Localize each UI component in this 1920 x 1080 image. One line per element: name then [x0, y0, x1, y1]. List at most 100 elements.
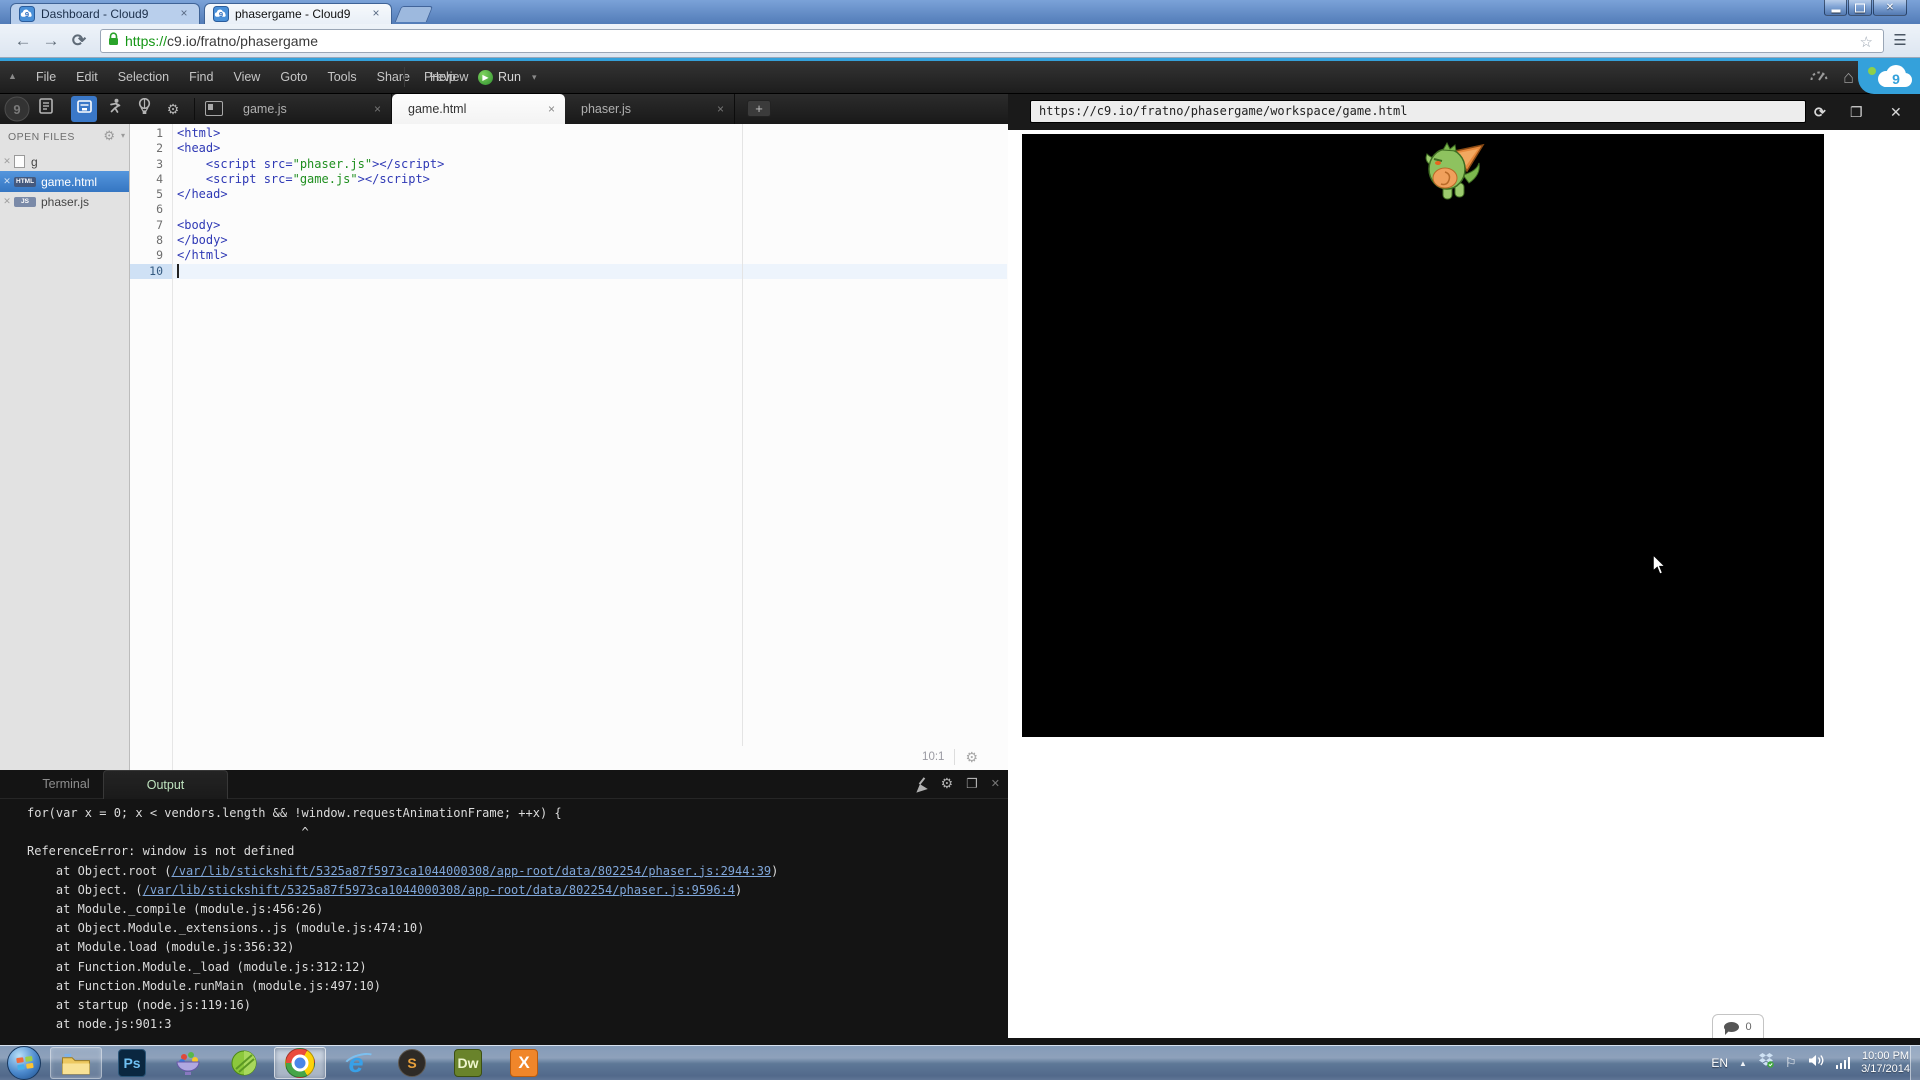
preview-menu[interactable]: Preview: [414, 61, 478, 93]
run-dropdown-icon[interactable]: [532, 72, 537, 83]
tab-title: Dashboard - Cloud9: [41, 7, 171, 21]
preview-popout-icon[interactable]: [1850, 102, 1863, 122]
back-button[interactable]: [10, 28, 36, 54]
console-line: ReferenceError: window is not defined: [27, 842, 778, 861]
console-line: for(var x = 0; x < vendors.length && !wi…: [27, 804, 778, 823]
minimize-button[interactable]: [1824, 0, 1847, 16]
taskbar-app-launcher[interactable]: [162, 1047, 214, 1079]
clear-console-icon[interactable]: [914, 777, 928, 791]
home-icon[interactable]: [1843, 67, 1854, 87]
tab-close-icon[interactable]: [369, 7, 383, 21]
code-line: <script src="game.js"></script>: [177, 172, 444, 187]
taskbar-internet-explorer[interactable]: e: [330, 1047, 382, 1079]
preview-url-field[interactable]: https://c9.io/fratno/phasergame/workspac…: [1030, 100, 1806, 123]
taskbar-windows-explorer[interactable]: [50, 1047, 102, 1079]
file-close-icon[interactable]: [0, 176, 14, 187]
file-close-icon[interactable]: [0, 156, 14, 167]
menu-file[interactable]: File: [26, 70, 66, 84]
editor-tab-game.js[interactable]: game.js: [227, 94, 392, 124]
comments-tab[interactable]: 0: [1712, 1014, 1764, 1038]
preview-reload-icon[interactable]: [1814, 102, 1826, 122]
open-file-g[interactable]: g: [0, 152, 129, 171]
menu-find[interactable]: Find: [179, 70, 223, 84]
new-tab-button[interactable]: [395, 6, 433, 22]
forward-button[interactable]: [38, 28, 64, 54]
taskbar-limewire[interactable]: [218, 1047, 270, 1079]
preview-close-icon[interactable]: [1890, 102, 1902, 122]
taskbar-xampp[interactable]: X: [498, 1047, 550, 1079]
new-tab-plus-button[interactable]: [747, 100, 771, 117]
browser-tab[interactable]: 9Dashboard - Cloud9: [10, 3, 200, 24]
tray-date: 3/17/2014: [1861, 1063, 1910, 1075]
taskbar-photoshop[interactable]: Ps: [106, 1047, 158, 1079]
preferences-gear-icon[interactable]: [162, 98, 184, 120]
menu-tools[interactable]: Tools: [317, 70, 366, 84]
panel-menu-icon[interactable]: [205, 101, 223, 116]
balloon-icon[interactable]: [133, 98, 155, 120]
console-tab-output[interactable]: Output: [103, 770, 228, 799]
collapse-menubar-icon[interactable]: [8, 71, 17, 81]
menu-share[interactable]: Share: [367, 70, 420, 84]
console-settings-gear-icon[interactable]: [941, 775, 954, 792]
preview-pane: https://c9.io/fratno/phasergame/workspac…: [1008, 94, 1920, 1038]
editor-tab-game.html[interactable]: game.html: [392, 94, 565, 124]
gutter-divider: [172, 124, 173, 770]
open-file-game.html[interactable]: HTMLgame.html: [0, 171, 129, 192]
language-indicator[interactable]: EN: [1711, 1056, 1728, 1070]
stack-trace-link[interactable]: /var/lib/stickshift/5325a87f5973ca104400…: [143, 883, 735, 897]
volume-icon[interactable]: [1808, 1054, 1825, 1072]
cloud9-logo-icon[interactable]: 9: [1874, 64, 1914, 89]
console-output[interactable]: for(var x = 0; x < vendors.length && !wi…: [27, 804, 778, 1034]
sublime-text-icon: S: [398, 1049, 426, 1077]
browser-tab[interactable]: 9phasergame - Cloud9: [204, 3, 392, 24]
maximize-button[interactable]: [1848, 0, 1872, 16]
open-files-caret-icon[interactable]: [121, 131, 125, 140]
taskbar-google-chrome[interactable]: [274, 1047, 326, 1079]
open-files-icon[interactable]: [73, 98, 95, 120]
chrome-menu-button[interactable]: [1888, 30, 1912, 52]
open-files-title: OPEN FILES: [8, 131, 75, 143]
menu-edit[interactable]: Edit: [66, 70, 108, 84]
clock[interactable]: 10:00 PM 3/17/2014: [1861, 1050, 1910, 1077]
taskbar-sublime-text[interactable]: S: [386, 1047, 438, 1079]
editor-settings-gear-icon[interactable]: [965, 749, 978, 766]
reload-button[interactable]: [66, 28, 92, 54]
menu-selection[interactable]: Selection: [108, 70, 179, 84]
dropbox-icon[interactable]: [1758, 1053, 1774, 1073]
close-panel-icon[interactable]: [991, 777, 1000, 790]
address-bar[interactable]: https://c9.io/fratno/phasergame: [100, 29, 1884, 53]
cursor-position[interactable]: 10:1: [922, 751, 944, 763]
file-close-icon[interactable]: [0, 196, 14, 207]
action-center-flag-icon[interactable]: [1785, 1055, 1797, 1071]
bookmark-star-icon[interactable]: [1860, 33, 1873, 51]
open-files-gear-icon[interactable]: [103, 128, 115, 144]
taskbar-dreamweaver[interactable]: Dw: [442, 1047, 494, 1079]
hidden-icons-arrow[interactable]: [1739, 1059, 1747, 1068]
restore-panel-icon[interactable]: [966, 776, 978, 792]
gauge-icon[interactable]: [1809, 68, 1829, 87]
editor-tab-close-icon[interactable]: [548, 102, 555, 116]
navigate-icon[interactable]: [35, 98, 57, 120]
tab-close-icon[interactable]: [177, 7, 191, 21]
editor-tab-close-icon[interactable]: [374, 102, 381, 116]
taskbar-start[interactable]: [2, 1047, 46, 1079]
preview-content[interactable]: 0: [1008, 130, 1920, 1038]
explorer-folder-icon: [60, 1051, 92, 1076]
editor-tab-close-icon[interactable]: [717, 102, 724, 116]
menu-view[interactable]: View: [223, 70, 270, 84]
editor-tab-phaser.js[interactable]: phaser.js: [565, 94, 735, 124]
show-desktop-button[interactable]: [1910, 1046, 1920, 1080]
stack-trace-link[interactable]: /var/lib/stickshift/5325a87f5973ca104400…: [172, 864, 772, 878]
menu-goto[interactable]: Goto: [270, 70, 317, 84]
console-tab-terminal[interactable]: Terminal: [30, 770, 102, 799]
close-button[interactable]: [1873, 0, 1907, 16]
network-icon[interactable]: [1836, 1057, 1851, 1069]
game-canvas[interactable]: [1022, 134, 1824, 737]
code-editor[interactable]: 12345678910 <html><head> <script src="ph…: [130, 124, 1008, 770]
comment-bubble-icon: [1724, 1022, 1739, 1032]
open-file-phaser.js[interactable]: JSphaser.js: [0, 192, 129, 211]
code-line: </head>: [177, 187, 444, 202]
code-lines[interactable]: <html><head> <script src="phaser.js"></s…: [177, 126, 444, 279]
run-man-icon[interactable]: [104, 98, 126, 120]
run-button[interactable]: Run: [478, 61, 536, 93]
